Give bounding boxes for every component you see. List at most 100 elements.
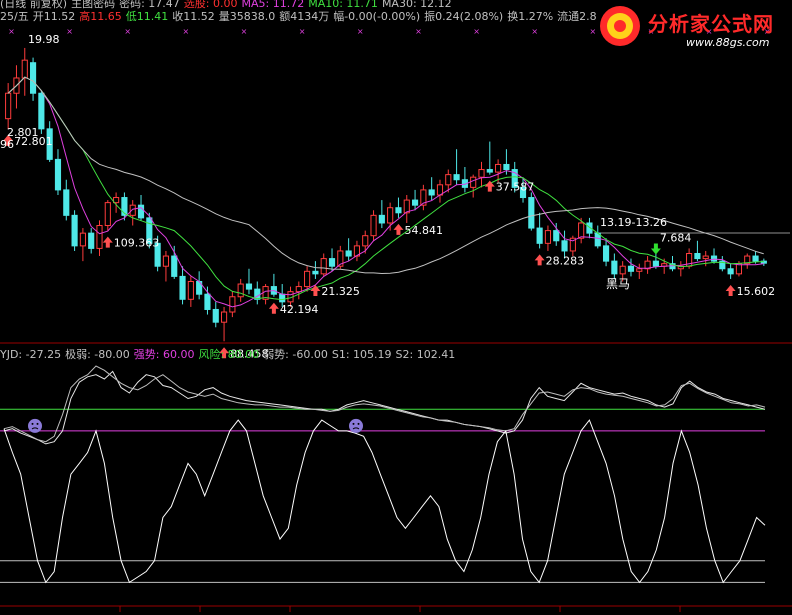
ohlc-field-6: 额4134万 [279,10,330,23]
ohlc-field-4: 收11.52 [172,10,215,23]
buy-signal-label: 28.283 [546,254,585,267]
candle-body [752,255,759,262]
top-marker: × [8,27,15,36]
sell-signal-label: 7.684 [660,232,692,245]
indicator-line-s2 [3,365,766,443]
face-eye [36,422,39,425]
header-field-1: 主图密码 [71,0,116,10]
candle-body [619,265,626,275]
face-eye [31,422,34,425]
candle-body [129,204,136,216]
black-horse-label: 黑马 [606,277,631,291]
buy-signal-label: 109.363 [114,237,160,250]
top-marker: × [473,27,480,36]
buy-arrow-icon [725,284,736,296]
buy-signal-label: 21.325 [321,285,360,298]
candle-body [727,268,734,275]
candle-body [212,308,219,323]
indicator-field-3: 风险: 80.00 [198,348,260,361]
candle-body [611,260,618,275]
ohlc-field-1: 开11.52 [32,10,76,23]
candle-body [395,207,402,214]
candle-body [561,240,568,252]
ma-line-ma5 [7,76,764,308]
buy-signal-label: 42.194 [280,303,319,316]
candle-body [378,214,385,224]
candle-body [88,232,95,249]
indicator-field-4: 弱势: -60.00 [263,348,328,361]
buy-arrow-icon [268,302,279,314]
candle-body [602,245,610,262]
top-marker: × [299,27,306,36]
candle-body [71,214,78,247]
candle-body [362,235,369,247]
face-marker-icon [28,418,42,433]
candle-body [162,255,170,267]
candle-body [387,207,394,224]
candle-body [54,158,62,191]
candle-body [470,176,477,188]
logo-name: 分析家公式网 [648,12,774,36]
left-edge-label-b: 96 [0,138,14,151]
ohlc-field-10: 流通2.8 [557,10,597,23]
candle-body [345,250,352,257]
candle-body [652,260,659,267]
candle-body [702,255,709,260]
candle-body [137,204,145,219]
candle-body [38,92,45,130]
candle-body [96,225,103,249]
header-field-3: 选股: 0.00 [183,0,238,10]
candle-body [370,214,377,237]
stock-chart: 72.801109.36388.45842.19421.32554.84137.… [0,27,792,612]
indicator-line-yjd [3,419,766,584]
candle-body [694,253,701,260]
candle-body [29,62,37,94]
high-price-label: 19.98 [28,33,60,46]
candle-body [536,227,543,244]
ohlc-info-header: 25/五 开11.52 高11.65 低11.41 收11.52 量35838.0 额413… [0,10,601,24]
candle-body [187,280,194,300]
candle-body [735,263,743,275]
header-field-0: (日线 前复权) [0,0,68,10]
logo-mark-icon [600,6,640,46]
top-marker: × [415,27,422,36]
candle-body [171,255,178,277]
candle-body [229,296,236,313]
buy-arrow-icon [102,236,113,248]
indicator-field-1: 极弱: -80.00 [65,348,130,361]
ohlc-field-0: 25/五 [0,10,29,23]
top-marker: × [357,27,364,36]
candle-body [245,283,253,290]
candle-body [63,189,70,216]
ohlc-field-7: 幅-0.00(-0.00%) [333,10,421,23]
indicator-field-6: S2: 102.41 [395,348,456,361]
logo-url: www.88gs.com [686,36,770,49]
candle-body [528,197,535,229]
candle-body [328,258,336,267]
indicator-field-0: YJD: -27.25 [0,348,62,361]
ohlc-field-3: 低11.41 [125,10,169,23]
top-marker: × [241,27,248,36]
candle-body [237,283,244,298]
buy-arrow-icon [534,254,545,266]
header-field-4: MA5: 11.72 [241,0,305,10]
site-logo: 分析家公式网 www.88gs.com [598,2,792,52]
ohlc-field-8: 振0.24(2.08%) [424,10,504,23]
candle-body [486,169,493,173]
candle-body [304,270,311,288]
header-field-6: MA30: 12.12 [381,0,452,10]
candle-body [445,174,452,186]
buy-arrow-icon [393,223,404,235]
candle-body [411,199,419,206]
candle-body [710,255,718,262]
candle-body [179,275,186,300]
candle-body [21,59,28,79]
candle-body [320,258,327,275]
candle-body [428,189,435,196]
price-range-label: 13.19-13.26 [600,216,667,229]
indicator-line-s1 [3,370,766,445]
header-field-5: MA10: 11.71 [308,0,378,10]
candle-body [295,286,302,293]
candle-body [578,222,585,239]
ohlc-field-2: 高11.65 [79,10,122,23]
